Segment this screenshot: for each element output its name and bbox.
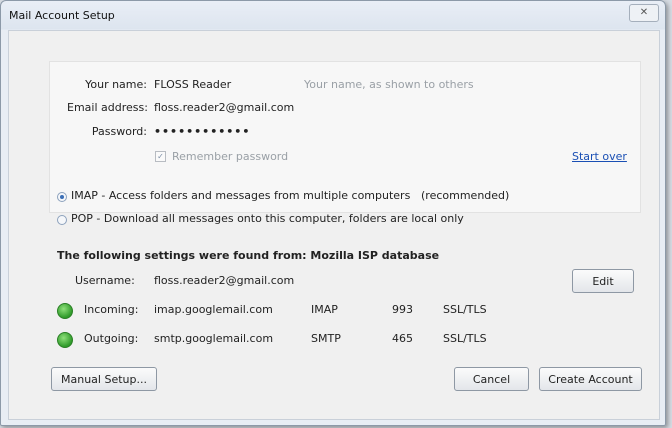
password-label: Password:	[91, 125, 147, 138]
dialog-body: Your name: FLOSS Reader Your name, as sh…	[8, 30, 660, 420]
remember-password-label: Remember password	[172, 150, 289, 163]
start-over-link[interactable]: Start over	[572, 150, 627, 163]
edit-button[interactable]: Edit	[572, 269, 634, 293]
name-field[interactable]: FLOSS Reader	[154, 78, 231, 91]
window-title: Mail Account Setup	[9, 9, 115, 22]
username-value[interactable]: floss.reader2@gmail.com	[154, 274, 294, 287]
incoming-status-icon	[57, 303, 73, 319]
settings-heading: The following settings were found from: …	[57, 249, 440, 262]
outgoing-status-icon	[57, 332, 73, 348]
pop-option-label: POP - Download all messages onto this co…	[71, 212, 464, 225]
imap-option-label: IMAP - Access folders and messages from …	[71, 189, 411, 202]
title-bar[interactable]: Mail Account Setup ✕	[1, 1, 665, 29]
outgoing-server: smtp.googlemail.com	[154, 332, 274, 345]
cancel-button[interactable]: Cancel	[454, 367, 529, 391]
outgoing-label: Outgoing:	[84, 332, 139, 345]
incoming-protocol: IMAP	[311, 303, 338, 316]
create-account-button[interactable]: Create Account	[539, 367, 642, 391]
remember-password-checkbox[interactable]: ✓	[155, 151, 166, 162]
email-field[interactable]: floss.reader2@gmail.com	[154, 101, 294, 114]
manual-setup-button[interactable]: Manual Setup...	[51, 367, 157, 391]
outgoing-security: SSL/TLS	[443, 332, 487, 345]
password-field[interactable]: ••••••••••••	[154, 125, 250, 138]
imap-radio[interactable]	[57, 192, 67, 202]
outgoing-port: 465	[392, 332, 413, 345]
close-icon[interactable]: ✕	[629, 4, 659, 22]
outgoing-protocol: SMTP	[311, 332, 341, 345]
mail-account-setup-window: Mail Account Setup ✕ Your name: FLOSS Re…	[0, 0, 666, 426]
name-label: Your name:	[85, 78, 147, 91]
name-hint: Your name, as shown to others	[304, 78, 474, 91]
pop-radio[interactable]	[57, 215, 67, 225]
incoming-label: Incoming:	[84, 303, 139, 316]
incoming-security: SSL/TLS	[443, 303, 487, 316]
imap-recommended-note: (recommended)	[421, 189, 510, 202]
email-label: Email address:	[67, 101, 148, 114]
username-label: Username:	[75, 274, 135, 287]
incoming-server: imap.googlemail.com	[154, 303, 273, 316]
incoming-port: 993	[392, 303, 413, 316]
